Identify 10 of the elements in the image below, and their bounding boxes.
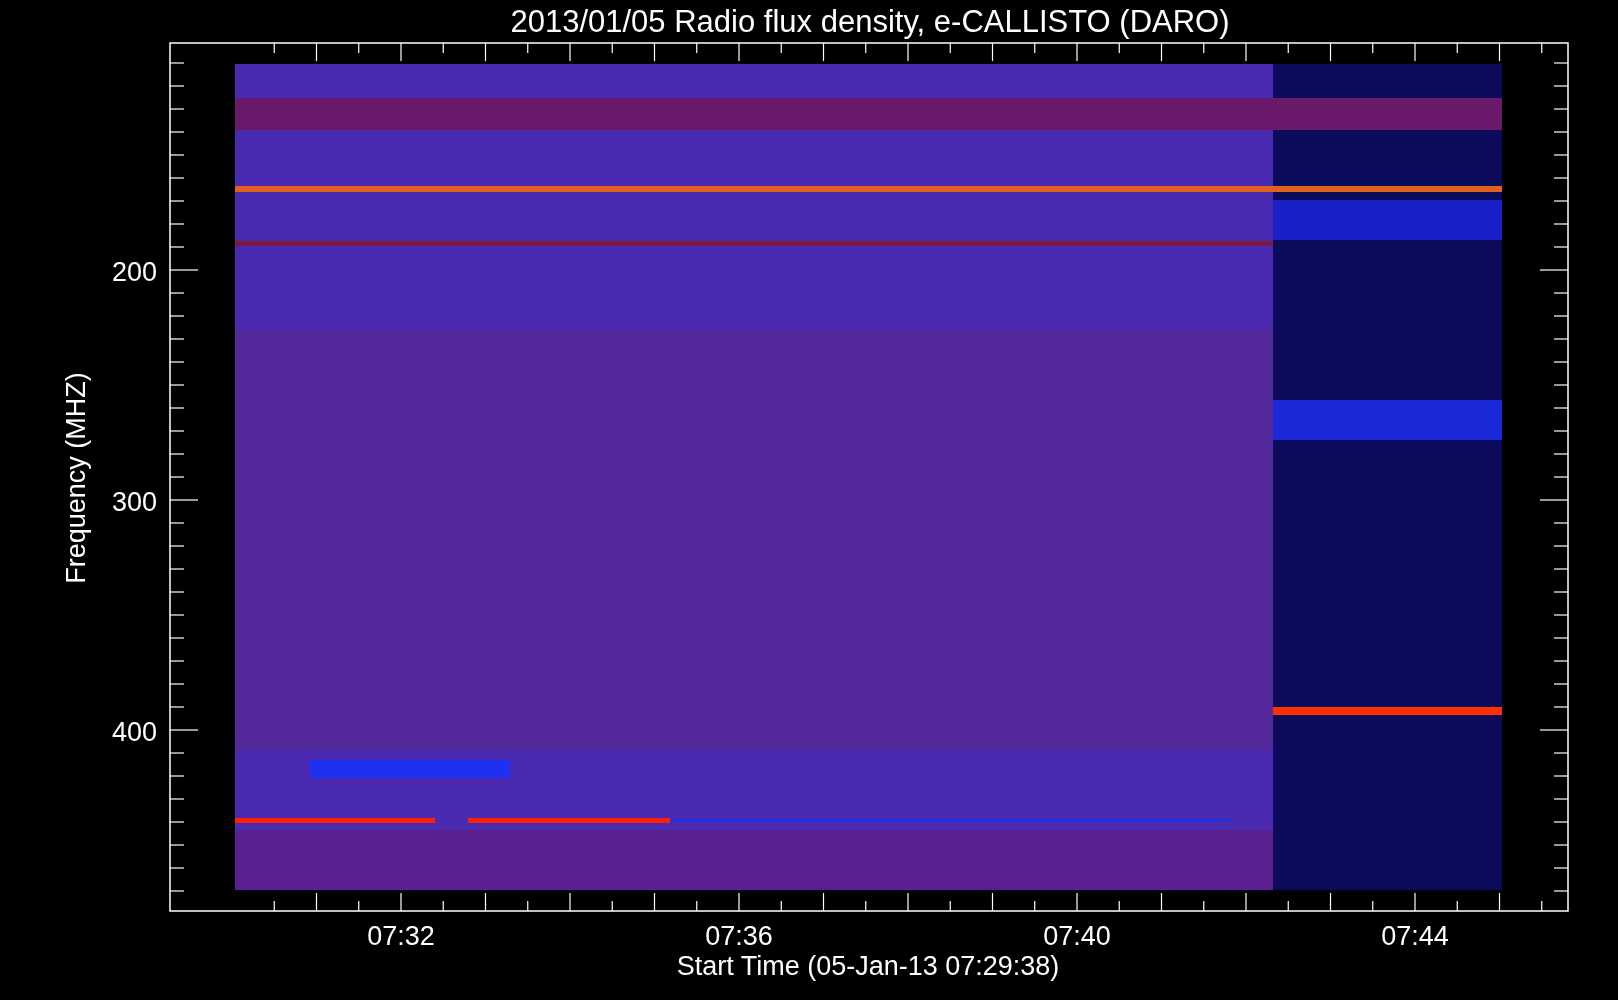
axis-label: Frequency (MHZ) <box>61 372 91 584</box>
tick-label: 300 <box>111 487 157 517</box>
tick-label: 07:36 <box>705 921 773 951</box>
tick-label: 400 <box>111 717 157 747</box>
tick-label: 07:44 <box>1381 921 1449 951</box>
chart-title: 2013/01/05 Radio flux density, e-CALLISTO (DARO) <box>510 4 1230 39</box>
tick-label: 07:40 <box>1043 921 1111 951</box>
axis-label: Start Time (05-Jan-13 07:29:38) <box>676 951 1060 981</box>
tick-label: 07:32 <box>367 921 435 951</box>
tick-label: 200 <box>111 257 157 287</box>
